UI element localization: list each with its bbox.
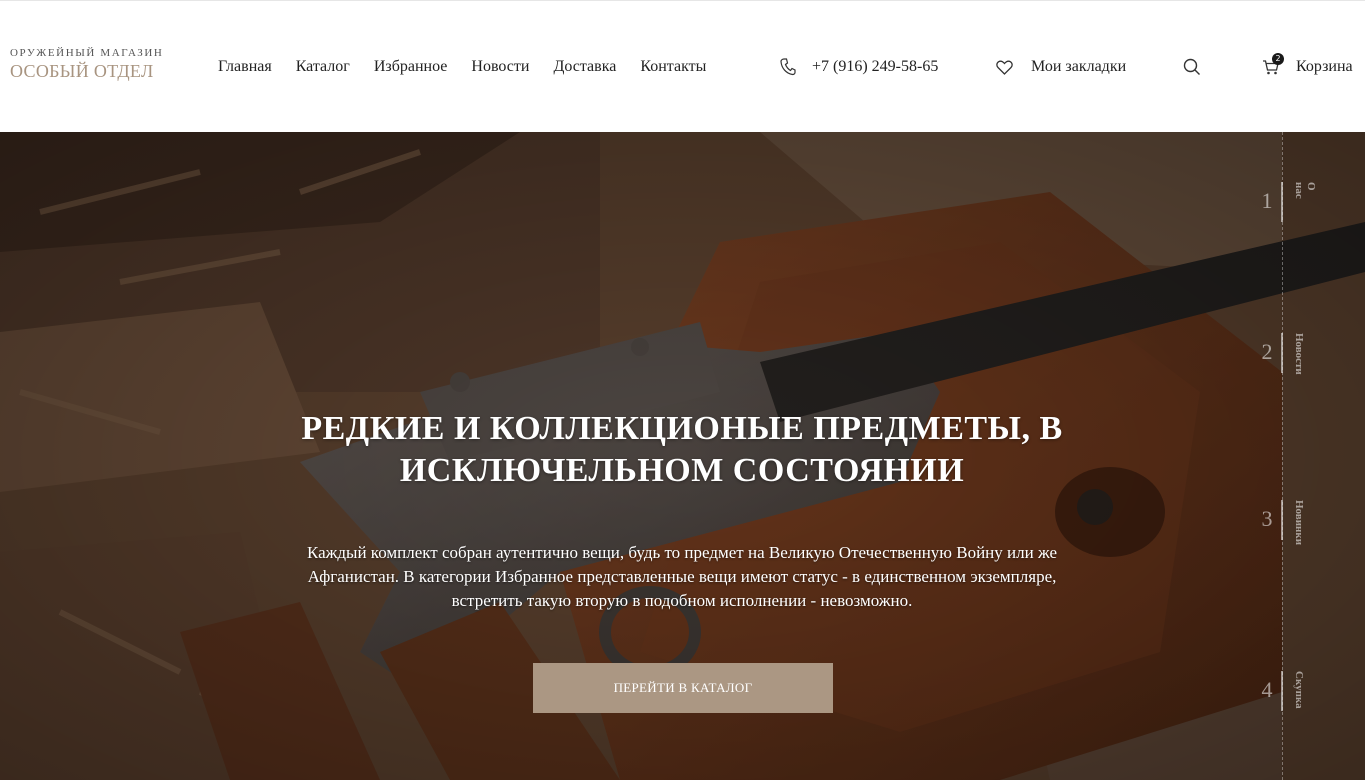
pager-number: 2 [1261, 339, 1273, 364]
cart-icon-wrapper: 2 [1262, 53, 1284, 76]
go-to-catalog-button[interactable]: ПЕРЕЙТИ В КАТАЛОГ [533, 663, 833, 713]
pager-number: 4 [1261, 677, 1273, 702]
phone-number: +7 (916) 249-58-65 [812, 58, 939, 75]
hero-description: Каждый комплект собран аутентично вещи, … [306, 543, 1058, 610]
pager-bar [1281, 333, 1283, 373]
pager-label: Скупка [1293, 671, 1305, 709]
phone-link[interactable]: +7 (916) 249-58-65 [780, 57, 938, 77]
pager-bar [1281, 182, 1283, 222]
nav-item-home[interactable]: Главная [218, 57, 272, 77]
pager-bar [1281, 500, 1283, 540]
bookmarks-link[interactable]: Мои закладки [996, 57, 1126, 77]
nav-item-favorites[interactable]: Избранное [374, 57, 448, 77]
hero-section: РЕДКИЕ И КОЛЛЕКЦИОНЫЕ ПРЕДМЕТЫ, В ИСКЛЮЧ… [0, 132, 1365, 780]
pager-bar [1281, 671, 1283, 711]
search-icon [1183, 58, 1200, 75]
logo-subtitle: ОРУЖЕЙНЫЙ МАГАЗИН [10, 47, 164, 59]
pager-label: Новинки [1293, 500, 1305, 546]
search-button[interactable] [1183, 58, 1201, 81]
nav-item-news[interactable]: Новости [471, 57, 529, 77]
pager-label: О нас [1293, 182, 1317, 199]
main-nav: Главная Каталог Избранное Новости Достав… [218, 57, 730, 77]
nav-item-delivery[interactable]: Доставка [553, 57, 616, 77]
bookmarks-label: Мои закладки [1031, 58, 1127, 75]
phone-icon [780, 58, 796, 76]
site-header: ОРУЖЕЙНЫЙ МАГАЗИН ОСОБЫЙ ОТДЕЛ Главная К… [0, 0, 1365, 132]
cart-link[interactable]: 2 Корзина [1262, 53, 1353, 77]
hero-title: РЕДКИЕ И КОЛЛЕКЦИОНЫЕ ПРЕДМЕТЫ, В ИСКЛЮЧ… [301, 410, 1063, 489]
pager-label: Новости [1293, 333, 1305, 375]
pager-number: 3 [1261, 506, 1273, 531]
pager-number: 1 [1261, 188, 1273, 213]
cart-count-badge: 2 [1272, 53, 1284, 65]
nav-item-contacts[interactable]: Контакты [640, 57, 706, 77]
nav-item-catalog[interactable]: Каталог [296, 57, 350, 77]
logo-title: ОСОБЫЙ ОТДЕЛ [10, 61, 154, 81]
heart-icon [996, 60, 1013, 75]
logo[interactable]: ОРУЖЕЙНЫЙ МАГАЗИН ОСОБЫЙ ОТДЕЛ [10, 47, 163, 82]
cart-label: Корзина [1296, 58, 1353, 75]
